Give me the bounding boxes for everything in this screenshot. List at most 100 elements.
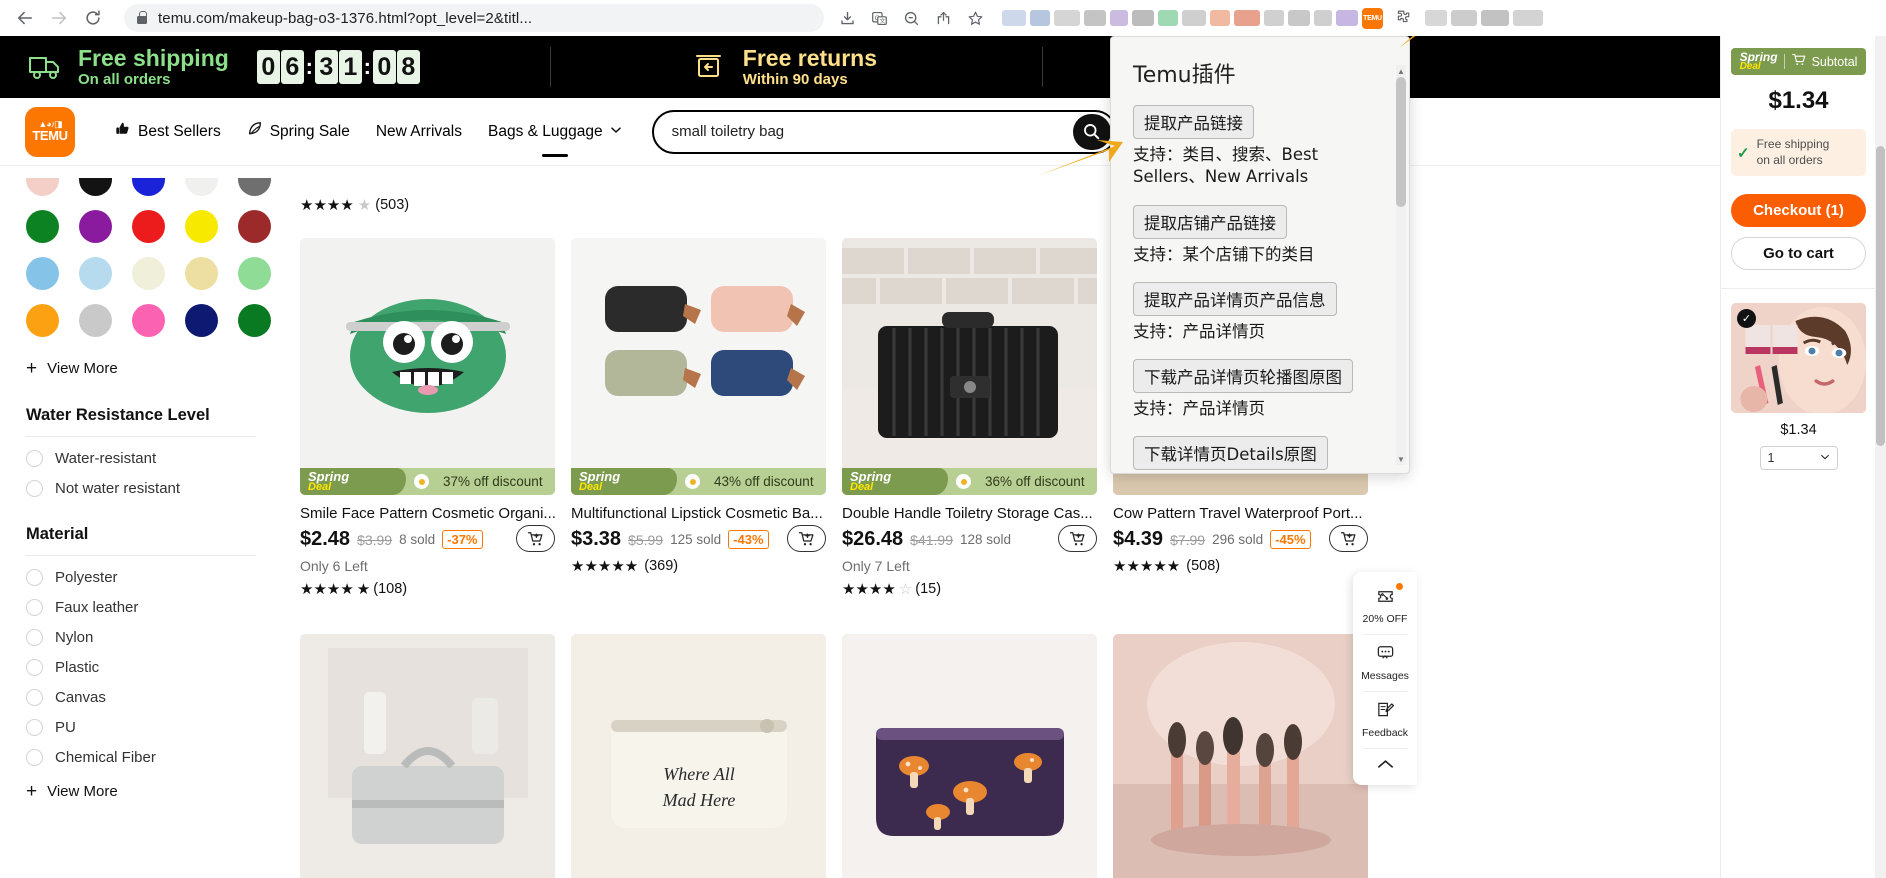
product-card[interactable] (842, 634, 1097, 878)
add-to-cart-button[interactable] (1058, 525, 1097, 552)
extension-action-button[interactable]: 下载详情页Details原图 (1133, 436, 1328, 471)
product-image[interactable]: Spring Deal 37% off discount (300, 238, 555, 495)
add-to-cart-button[interactable] (1329, 525, 1368, 552)
nav-best-sellers[interactable]: Best Sellers (115, 121, 221, 142)
product-title[interactable]: Multifunctional Lipstick Cosmetic Ba... (571, 505, 826, 522)
nav-bags-luggage[interactable]: Bags & Luggage (488, 123, 622, 141)
radio-icon[interactable] (26, 599, 43, 616)
color-swatch[interactable] (238, 210, 271, 243)
view-more-material[interactable]: + View More (26, 782, 256, 801)
color-swatch[interactable] (185, 304, 218, 337)
color-swatch[interactable] (238, 304, 271, 337)
add-to-cart-button[interactable] (787, 525, 826, 552)
ext-icon-5[interactable] (1110, 10, 1128, 26)
float-item-back-to-top[interactable] (1353, 749, 1417, 785)
radio-icon[interactable] (26, 749, 43, 766)
color-swatch[interactable] (185, 210, 218, 243)
float-item-feedback[interactable]: Feedback (1353, 692, 1417, 748)
product-card[interactable]: Spring Deal 36% off discount Double Handl… (842, 238, 1097, 598)
color-swatch[interactable] (79, 257, 112, 290)
add-to-cart-button[interactable] (516, 525, 555, 552)
popup-scrollbar-thumb[interactable] (1396, 77, 1406, 207)
color-swatch[interactable] (238, 257, 271, 290)
product-title[interactable]: Cow Pattern Travel Waterproof Port... (1113, 505, 1368, 522)
filter-option-nylon[interactable]: Nylon (26, 629, 256, 646)
color-swatch[interactable] (238, 178, 271, 196)
ext-icon-15[interactable] (1425, 10, 1447, 26)
ext-icon-16[interactable] (1451, 10, 1477, 26)
checkout-button[interactable]: Checkout (1) (1731, 194, 1866, 228)
extension-action-button[interactable]: 提取产品链接 (1133, 105, 1254, 139)
product-image[interactable]: Spring Deal 43% off discount (571, 238, 826, 495)
radio-icon[interactable] (26, 450, 43, 467)
ext-icon-18[interactable] (1513, 10, 1543, 26)
temu-extension-icon[interactable]: TEMU (1362, 7, 1383, 29)
product-image[interactable]: Spring Deal 36% off discount (842, 238, 1097, 495)
ext-icon-13[interactable] (1314, 10, 1332, 26)
color-swatch[interactable] (79, 210, 112, 243)
scroll-down-arrow-icon[interactable]: ▼ (1396, 453, 1406, 465)
color-swatch[interactable] (79, 178, 112, 196)
filter-option-pu[interactable]: PU (26, 719, 256, 736)
page-scrollbar-thumb[interactable] (1876, 146, 1885, 446)
extension-action-button[interactable]: 下载产品详情页轮播图原图 (1133, 359, 1353, 394)
ext-icon-10[interactable] (1234, 10, 1260, 26)
color-swatch[interactable] (79, 304, 112, 337)
go-to-cart-button[interactable]: Go to cart (1731, 237, 1866, 271)
bookmark-star-icon[interactable] (960, 4, 990, 32)
color-swatch[interactable] (26, 178, 59, 196)
filter-option-not-water-resistant[interactable]: Not water resistant (26, 480, 256, 497)
ext-icon-9[interactable] (1210, 10, 1230, 26)
download-icon[interactable] (832, 4, 862, 32)
scroll-up-arrow-icon[interactable]: ▲ (1396, 65, 1406, 77)
back-button[interactable] (8, 1, 42, 35)
cart-item-quantity-select[interactable]: 1 (1759, 446, 1838, 471)
color-swatch[interactable] (26, 210, 59, 243)
radio-icon[interactable] (26, 659, 43, 676)
radio-icon[interactable] (26, 629, 43, 646)
product-image[interactable] (1113, 634, 1368, 878)
float-item-messages[interactable]: Messages (1353, 635, 1417, 691)
nav-spring-sale[interactable]: Spring Sale (247, 121, 350, 142)
forward-button[interactable] (42, 1, 76, 35)
product-image[interactable]: Where All Mad Here (571, 634, 826, 878)
filter-option-faux-leather[interactable]: Faux leather (26, 599, 256, 616)
float-item-coupon[interactable]: 20% OFF (1353, 578, 1417, 634)
puzzle-extensions-icon[interactable] (1387, 4, 1417, 32)
color-swatch[interactable] (132, 257, 165, 290)
radio-icon[interactable] (26, 689, 43, 706)
color-swatch[interactable] (26, 257, 59, 290)
translate-icon[interactable]: G文 (864, 4, 894, 32)
nav-new-arrivals[interactable]: New Arrivals (376, 123, 462, 141)
temu-logo[interactable]: ▲◕♪◨ TEMU (25, 106, 75, 157)
ext-icon-3[interactable] (1054, 10, 1080, 26)
radio-icon[interactable] (26, 480, 43, 497)
filter-option-polyester[interactable]: Polyester (26, 569, 256, 586)
color-swatch[interactable] (132, 178, 165, 196)
ext-icon-12[interactable] (1288, 10, 1310, 26)
product-card[interactable]: Where All Mad Here (571, 634, 826, 878)
search-input[interactable] (671, 123, 1073, 140)
product-card[interactable]: Spring Deal 43% off discount Multifunctio… (571, 238, 826, 575)
filter-option-plastic[interactable]: Plastic (26, 659, 256, 676)
ext-icon-2[interactable] (1030, 10, 1050, 26)
extension-action-button[interactable]: 提取产品详情页产品信息 (1133, 281, 1337, 316)
radio-icon[interactable] (26, 569, 43, 586)
ext-icon-8[interactable] (1182, 10, 1206, 26)
filter-option-canvas[interactable]: Canvas (26, 689, 256, 706)
color-swatch[interactable] (185, 178, 218, 196)
ext-icon-11[interactable] (1264, 10, 1284, 26)
address-bar[interactable]: temu.com/makeup-bag-o3-1376.html?opt_lev… (124, 4, 824, 32)
reload-button[interactable] (76, 1, 110, 35)
cart-line-item[interactable]: ✓ $1.34 1 (1731, 303, 1866, 471)
color-swatch[interactable] (132, 304, 165, 337)
ext-icon-4[interactable] (1084, 10, 1106, 26)
ext-icon-17[interactable] (1481, 10, 1509, 26)
product-title[interactable]: Smile Face Pattern Cosmetic Organi... (300, 505, 555, 522)
product-title[interactable]: Double Handle Toiletry Storage Cas... (842, 505, 1097, 522)
color-swatch[interactable] (132, 210, 165, 243)
ext-icon-6[interactable] (1132, 10, 1154, 26)
extension-action-button[interactable]: 提取店铺产品链接 (1133, 204, 1287, 239)
radio-icon[interactable] (26, 719, 43, 736)
ext-icon-14[interactable] (1336, 10, 1358, 26)
